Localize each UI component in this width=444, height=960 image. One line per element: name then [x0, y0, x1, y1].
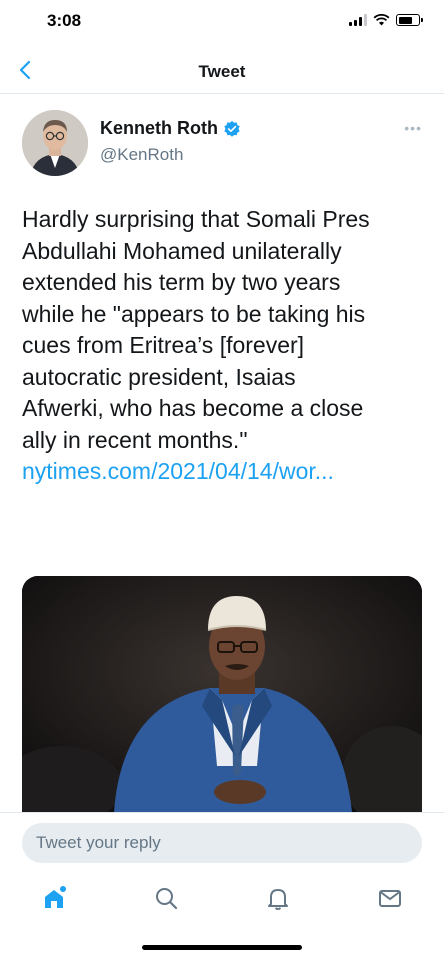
author-name[interactable]: Kenneth Roth	[100, 118, 218, 139]
mail-icon[interactable]	[376, 884, 404, 912]
nav-bar: Tweet	[0, 50, 444, 94]
tweet-link[interactable]: nytimes.com/2021/04/14/wor...	[22, 456, 422, 488]
home-icon[interactable]	[40, 884, 68, 912]
author-handle[interactable]: @KenRoth	[100, 145, 183, 165]
tweet-text-line: while he "appears to be taking his	[22, 300, 366, 327]
tweet-text-line: cues from Eritrea’s [forever]	[22, 332, 305, 358]
tweet-text-line: autocratic president, Isaias	[22, 363, 296, 390]
tweet-photo[interactable]	[22, 576, 422, 812]
bell-icon[interactable]	[264, 884, 292, 912]
author-name-row: Kenneth Roth	[100, 118, 241, 139]
more-options-icon[interactable]: •••	[404, 120, 422, 136]
signal-icon	[349, 14, 367, 26]
tweet-text: Hardly surprising that Somali Pres Abdul…	[22, 204, 422, 488]
tweet-text-line: Afwerki, who has become a close	[22, 395, 364, 421]
tweet-author: Kenneth Roth @KenRoth •••	[22, 108, 422, 178]
home-indicator[interactable]	[142, 945, 302, 950]
tweet-text-line: Hardly surprising that Somali Pres	[22, 206, 370, 232]
search-icon[interactable]	[152, 884, 180, 912]
verified-badge-icon	[224, 120, 240, 137]
wifi-icon	[373, 14, 390, 26]
status-time: 3:08	[47, 11, 82, 30]
battery-icon	[396, 14, 423, 26]
reply-bar: Tweet your reply	[0, 812, 444, 876]
tweet-text-line: Abdullahi Mohamed unilaterally	[22, 237, 342, 264]
avatar[interactable]	[22, 110, 88, 176]
page-title: Tweet	[198, 62, 246, 81]
tab-bar	[0, 876, 444, 926]
tweet-text-line: ally in recent months."	[22, 426, 248, 453]
status-bar: 3:08	[0, 0, 444, 44]
tweet-text-line: extended his term by two years	[22, 269, 341, 295]
status-icons	[349, 14, 423, 26]
reply-input[interactable]: Tweet your reply	[22, 823, 422, 863]
